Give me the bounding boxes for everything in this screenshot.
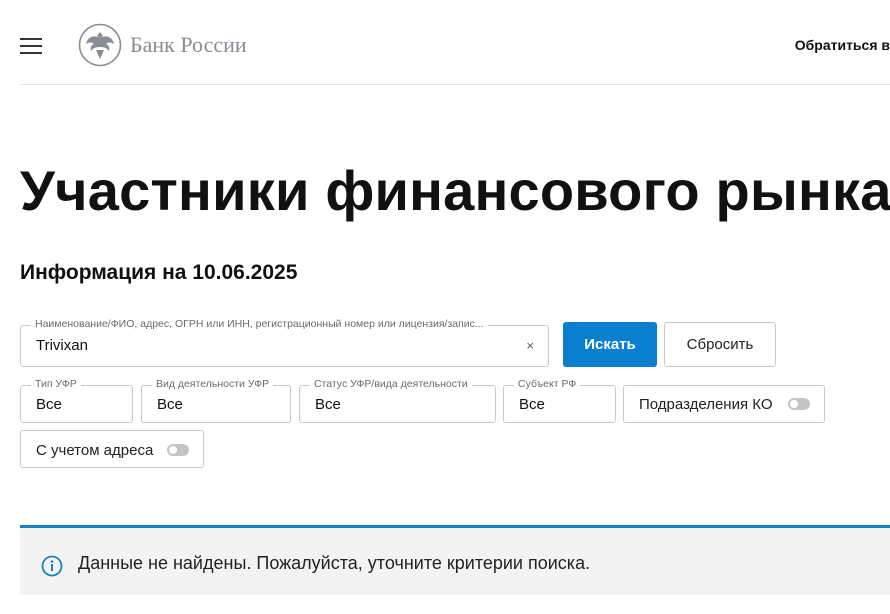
filter-ufr-type-select[interactable]: Тип УФР Все: [20, 378, 133, 423]
notice-message: Данные не найдены. Пожалуйста, уточните …: [78, 553, 591, 573]
filter-value: Все: [519, 396, 545, 413]
filter-label: Субъект РФ: [514, 378, 581, 390]
toggle-switch[interactable]: [788, 398, 810, 410]
filter-value: Все: [157, 396, 183, 413]
toggle-label: Подразделения КО: [639, 396, 773, 413]
filter-label: Статус УФР/вида деятельности: [310, 378, 472, 390]
menu-icon[interactable]: [20, 38, 42, 54]
reset-button[interactable]: Сбросить: [664, 322, 776, 367]
toggle-address[interactable]: С учетом адреса: [20, 430, 204, 468]
site-header: Банк России Обратиться в: [0, 0, 890, 85]
filter-label: Вид деятельности УФР: [152, 378, 274, 390]
toggle-switch[interactable]: [167, 444, 189, 456]
search-input-value[interactable]: Trivixan: [36, 337, 88, 354]
filter-region-select[interactable]: Субъект РФ Все: [503, 378, 616, 423]
info-date-heading: Информация на 10.06.2025: [20, 261, 298, 284]
toggle-label: С учетом адреса: [36, 442, 154, 459]
filter-status-select[interactable]: Статус УФР/вида деятельности Все: [299, 378, 496, 423]
filter-activity-type-select[interactable]: Вид деятельности УФР Все: [141, 378, 291, 423]
bank-logo[interactable]: Банк России: [78, 23, 247, 67]
info-icon: [41, 555, 63, 577]
logo-text: Банк России: [130, 32, 247, 57]
page-title: Участники финансового рынка: [20, 159, 890, 222]
filter-value: Все: [36, 396, 62, 413]
clear-icon[interactable]: ×: [526, 338, 534, 353]
search-input[interactable]: Наименование/ФИО, адрес, ОГРН или ИНН, р…: [20, 318, 549, 367]
contact-link[interactable]: Обратиться в: [795, 37, 890, 53]
eagle-emblem-icon: [78, 23, 122, 67]
filter-value: Все: [315, 396, 341, 413]
search-input-label: Наименование/ФИО, адрес, ОГРН или ИНН, р…: [31, 318, 488, 330]
toggle-ko-divisions[interactable]: Подразделения КО: [623, 385, 825, 423]
filter-label: Тип УФР: [31, 378, 81, 390]
header-divider: [20, 84, 890, 85]
no-results-notice: Данные не найдены. Пожалуйста, уточните …: [20, 525, 890, 595]
search-button[interactable]: Искать: [563, 322, 657, 367]
